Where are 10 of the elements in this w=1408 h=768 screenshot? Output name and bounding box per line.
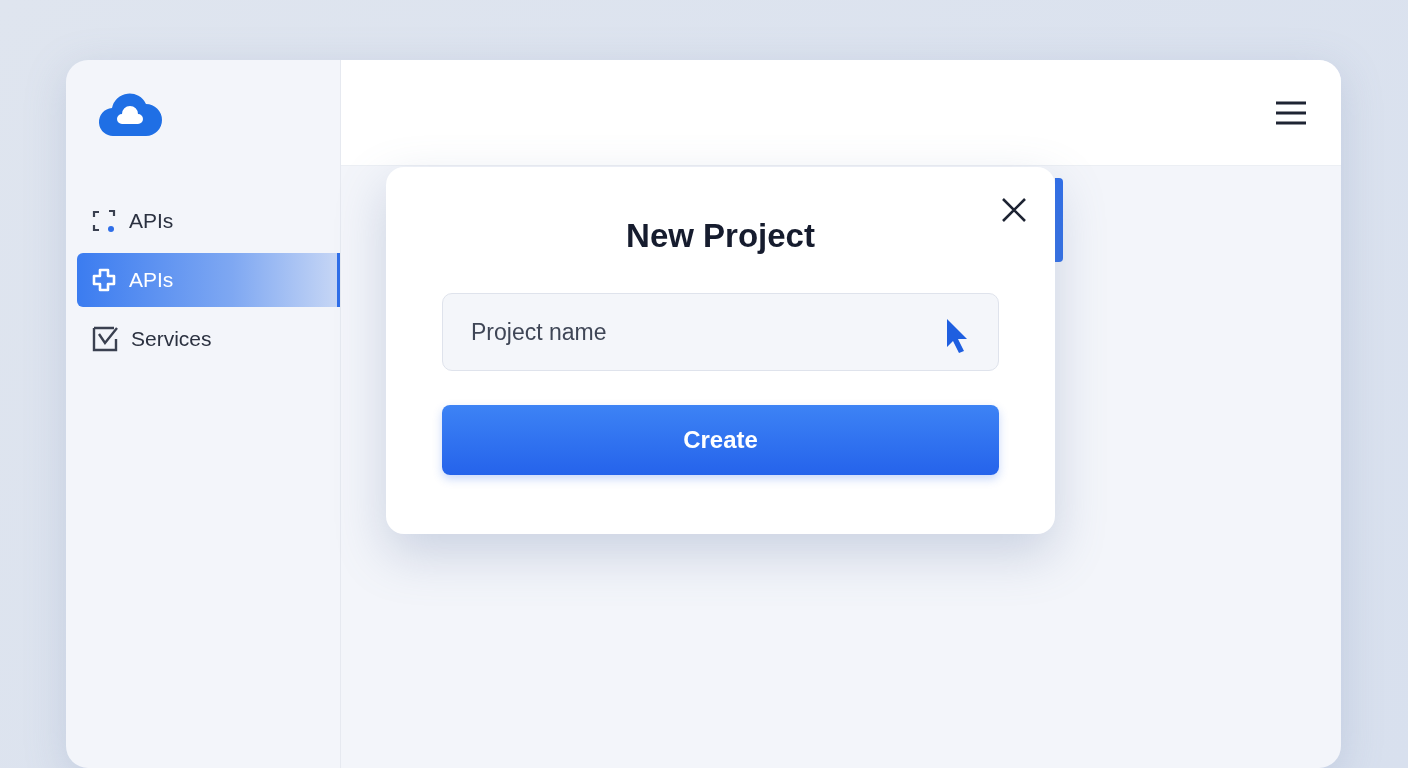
create-button[interactable]: Create [442,405,999,475]
sidebar-item[interactable]: Services [77,312,340,366]
sidebar-item[interactable]: APIs [77,194,340,248]
menu-icon[interactable] [1275,99,1307,126]
dialog-title: New Project [626,217,815,255]
checkbox-icon [91,325,119,353]
scan-icon [91,208,117,234]
cursor-icon [945,317,969,353]
plus-icon [91,267,117,293]
input-field[interactable]: Project name [442,293,999,371]
